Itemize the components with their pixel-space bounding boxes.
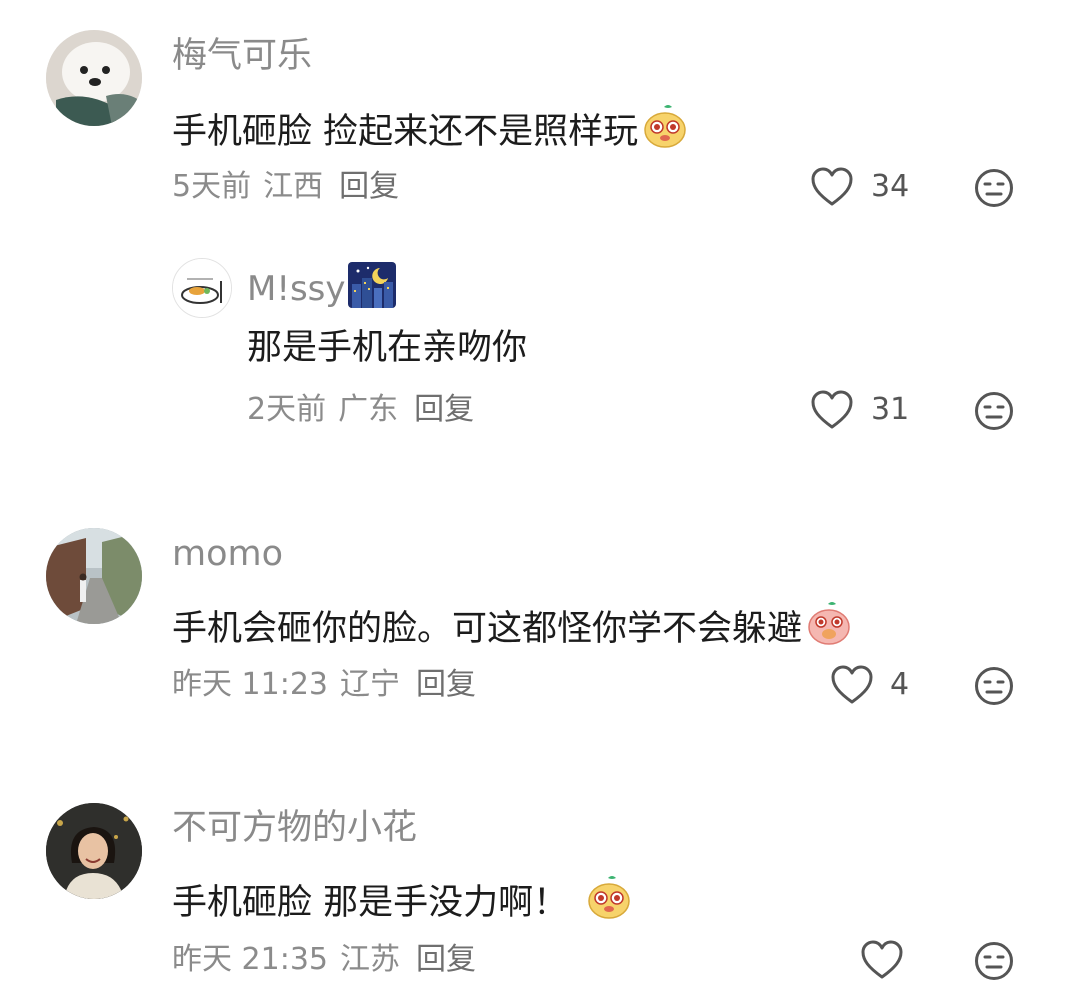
dislike-face-icon[interactable] bbox=[974, 168, 1014, 208]
heart-icon[interactable] bbox=[830, 664, 874, 706]
comment-text: 手机会砸你的脸。可这都怪你学不会躲避 bbox=[172, 600, 852, 658]
comment-location: 江苏 bbox=[340, 942, 400, 977]
username[interactable]: M!ssy bbox=[247, 262, 396, 319]
comment-text-content: 手机砸脸 那是手没力啊！ bbox=[172, 883, 569, 923]
dislike-face-icon[interactable] bbox=[974, 391, 1014, 431]
comment-text-content: 手机砸脸 捡起来还不是照样玩 bbox=[172, 112, 639, 152]
reply-button[interactable]: 回复 bbox=[416, 667, 476, 702]
dislike-face-icon[interactable] bbox=[974, 941, 1014, 981]
heart-icon[interactable] bbox=[860, 939, 904, 981]
avatar[interactable] bbox=[46, 30, 142, 126]
heart-icon[interactable] bbox=[810, 166, 854, 208]
comment-meta: 2天前 广东 回复 bbox=[247, 390, 486, 430]
like-count: 34 bbox=[871, 169, 910, 204]
dislike-face-icon[interactable] bbox=[974, 666, 1014, 706]
like-count: 4 bbox=[890, 667, 910, 702]
avatar[interactable] bbox=[46, 528, 142, 624]
heart-icon[interactable] bbox=[810, 389, 854, 431]
pink-mascot-emoji-icon bbox=[806, 600, 852, 658]
comment-time: 2天前 bbox=[247, 392, 327, 427]
comment-text-content: 手机会砸你的脸。可这都怪你学不会躲避 bbox=[172, 609, 803, 649]
comment-meta: 昨天 21:35 江苏 回复 bbox=[172, 940, 488, 980]
comment-meta: 5天前 江西 回复 bbox=[172, 167, 411, 207]
comment-time: 昨天 21:35 bbox=[172, 942, 328, 977]
username[interactable]: 梅气可乐 bbox=[172, 34, 312, 78]
comment-text: 手机砸脸 那是手没力啊！ bbox=[172, 874, 632, 932]
food-plate-avatar-icon bbox=[173, 259, 231, 317]
comment-location: 江西 bbox=[263, 169, 324, 204]
girl-portrait-avatar-icon bbox=[46, 803, 142, 899]
night-city-emoji-icon bbox=[347, 262, 396, 319]
reply-text: 那是手机在亲吻你 bbox=[247, 328, 528, 368]
yellow-mascot-emoji-icon bbox=[586, 874, 632, 932]
comment-time: 昨天 11:23 bbox=[172, 667, 328, 702]
comment-location: 辽宁 bbox=[340, 667, 400, 702]
reply-button[interactable]: 回复 bbox=[339, 169, 399, 204]
username[interactable]: 不可方物的小花 bbox=[172, 806, 417, 850]
yellow-mascot-emoji-icon bbox=[642, 103, 688, 161]
street-avatar-icon bbox=[46, 528, 142, 624]
reply-button[interactable]: 回复 bbox=[416, 942, 476, 977]
avatar[interactable] bbox=[172, 258, 232, 318]
white-dog-avatar-icon bbox=[46, 30, 142, 126]
avatar[interactable] bbox=[46, 803, 142, 899]
comment-time: 5天前 bbox=[172, 169, 252, 204]
username[interactable]: momo bbox=[172, 532, 283, 576]
like-count: 31 bbox=[871, 392, 910, 427]
comment-meta: 昨天 11:23 辽宁 回复 bbox=[172, 665, 488, 705]
reply-button[interactable]: 回复 bbox=[414, 392, 474, 427]
comment-text: 手机砸脸 捡起来还不是照样玩 bbox=[172, 103, 688, 161]
username-text: M!ssy bbox=[247, 269, 346, 309]
comment-location: 广东 bbox=[338, 392, 399, 427]
